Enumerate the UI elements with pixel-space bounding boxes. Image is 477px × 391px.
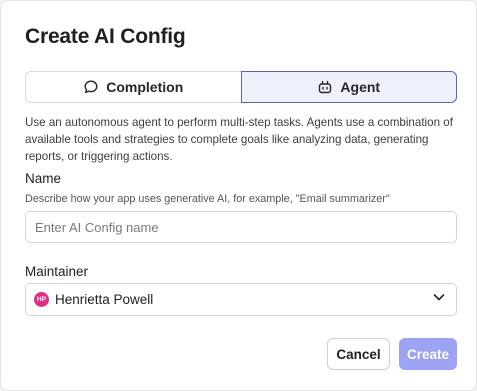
create-ai-config-dialog: Create AI Config Completion Agent Use an… [0, 0, 477, 391]
name-hint: Describe how your app uses generative AI… [25, 193, 390, 205]
completion-tab-label: Completion [106, 79, 184, 95]
speech-bubble-icon [83, 79, 99, 95]
name-label: Name [25, 171, 62, 186]
agent-tab[interactable]: Agent [240, 71, 457, 103]
name-input[interactable] [25, 211, 457, 243]
agent-tab-label: Agent [340, 79, 381, 95]
dialog-title: Create AI Config [25, 25, 186, 48]
mode-toggle: Completion Agent [25, 71, 457, 103]
cancel-button[interactable]: Cancel [327, 338, 390, 370]
maintainer-select[interactable]: HP Henrietta Powell [25, 283, 457, 316]
maintainer-value: Henrietta Powell [55, 292, 154, 307]
create-button[interactable]: Create [399, 338, 457, 370]
maintainer-label: Maintainer [25, 264, 89, 279]
completion-tab[interactable]: Completion [25, 71, 241, 103]
avatar: HP [34, 292, 49, 307]
chevron-down-icon [432, 290, 446, 309]
robot-icon [317, 79, 333, 95]
mode-description: Use an autonomous agent to perform multi… [25, 116, 453, 163]
